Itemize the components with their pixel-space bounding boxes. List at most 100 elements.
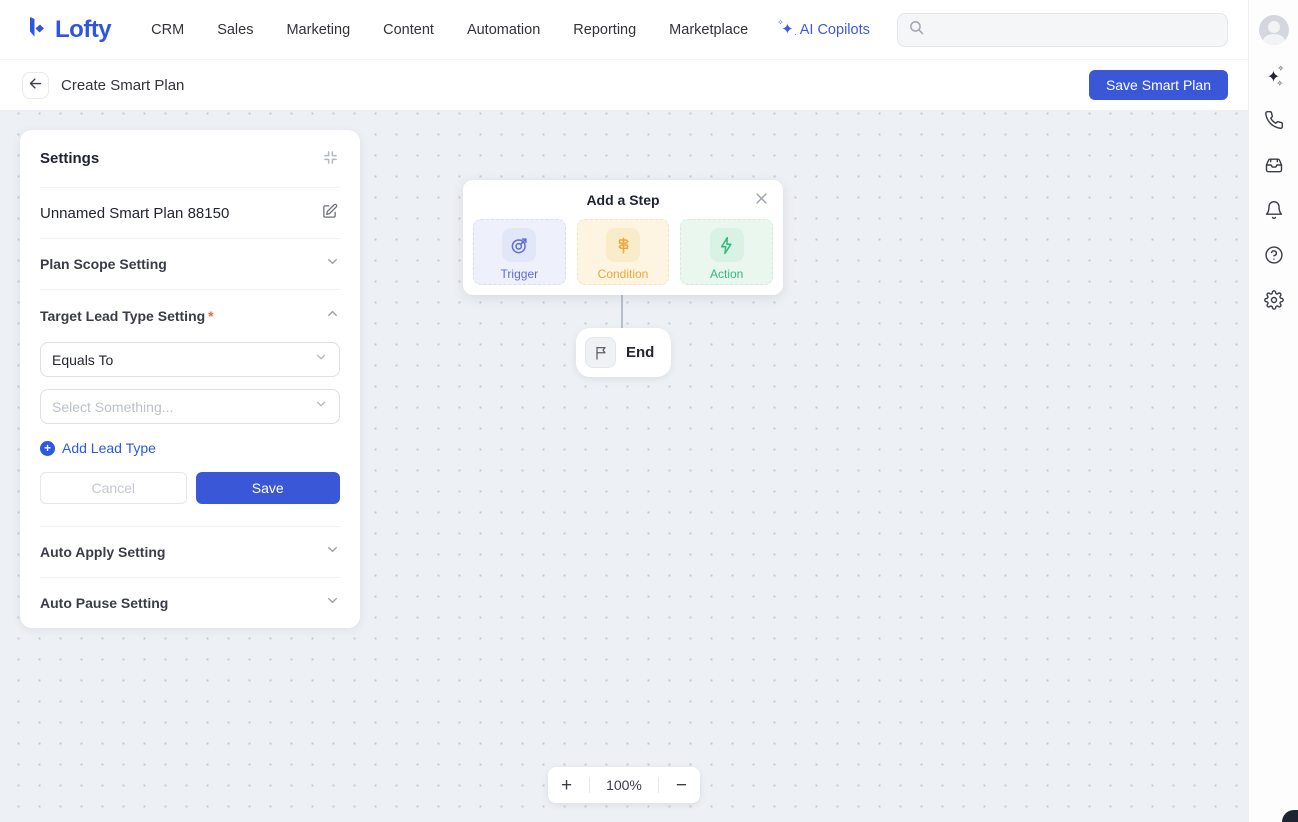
inbox-button[interactable]: [1261, 154, 1287, 180]
nav-item-marketing[interactable]: Marketing: [286, 22, 350, 38]
action-bolt-icon: [710, 228, 744, 262]
end-node[interactable]: End: [576, 328, 671, 377]
help-button[interactable]: [1261, 244, 1287, 270]
settings-title: Settings: [40, 150, 99, 167]
page-header: Create Smart Plan Save Smart Plan: [0, 60, 1248, 110]
settings-panel-header: Settings: [40, 130, 340, 187]
operator-select-value: Equals To: [52, 352, 113, 368]
zoom-level: 100%: [606, 777, 642, 793]
nav-item-ai-copilots[interactable]: ✦✧· AI Copilots: [781, 22, 870, 38]
collapse-icon: [323, 150, 338, 168]
lofty-logo[interactable]: Lofty: [24, 14, 111, 45]
step-option-cards: Trigger Condition: [473, 219, 773, 285]
cancel-button[interactable]: Cancel: [40, 472, 187, 504]
trigger-label: Trigger: [501, 267, 539, 281]
search-icon: [908, 19, 925, 41]
nav-item-marketplace[interactable]: Marketplace: [669, 22, 748, 38]
nav-item-crm[interactable]: CRM: [151, 22, 184, 38]
condition-signpost-icon: [606, 228, 640, 262]
add-lead-type-label: Add Lead Type: [62, 440, 156, 456]
collapse-panel-button[interactable]: [321, 148, 340, 170]
chevron-down-icon: [325, 593, 340, 613]
workflow-canvas[interactable]: Settings Unnamed Smart Plan 88150: [0, 110, 1248, 822]
auto-pause-label: Auto Pause Setting: [40, 595, 168, 611]
add-lead-type-link[interactable]: + Add Lead Type: [40, 440, 340, 456]
phone-icon: [1264, 110, 1284, 135]
top-nav: Lofty CRM Sales Marketing Content Automa…: [0, 0, 1248, 60]
nav-item-sales[interactable]: Sales: [217, 22, 253, 38]
auto-apply-setting-row[interactable]: Auto Apply Setting: [40, 526, 340, 577]
edit-icon: [321, 203, 338, 223]
sparkle-icon: ✦✧·: [781, 22, 794, 37]
action-label: Action: [710, 267, 743, 281]
nav-item-automation[interactable]: Automation: [467, 22, 540, 38]
condition-option-card[interactable]: Condition: [577, 219, 670, 285]
settings-button[interactable]: [1261, 289, 1287, 315]
plan-name: Unnamed Smart Plan 88150: [40, 205, 229, 222]
plan-scope-label: Plan Scope Setting: [40, 256, 167, 272]
save-smart-plan-button[interactable]: Save Smart Plan: [1089, 70, 1228, 100]
right-rail: ✦✧✧: [1248, 0, 1298, 822]
back-button[interactable]: [22, 72, 49, 99]
target-lead-type-section: Target Lead Type Setting* Equals To Sele…: [40, 289, 340, 526]
flag-icon: [585, 337, 616, 368]
required-mark: *: [208, 308, 213, 324]
node-connector-line: [621, 295, 623, 331]
operator-select[interactable]: Equals To: [40, 342, 340, 377]
edit-plan-name-button[interactable]: [319, 201, 340, 225]
plus-circle-icon: +: [40, 441, 55, 456]
save-button[interactable]: Save: [196, 472, 341, 504]
target-buttons-row: Cancel Save: [40, 472, 340, 504]
lead-type-select[interactable]: Select Something...: [40, 389, 340, 424]
trigger-target-icon: [502, 228, 536, 262]
add-step-header: Add a Step: [473, 180, 773, 219]
ai-assistant-button[interactable]: ✦✧✧: [1261, 64, 1287, 90]
add-step-title: Add a Step: [586, 192, 659, 208]
add-step-modal: Add a Step: [463, 180, 783, 295]
chevron-down-icon: [325, 542, 340, 562]
chevron-down-icon: [314, 350, 328, 369]
avatar-head: [1268, 21, 1280, 33]
lead-type-select-placeholder: Select Something...: [52, 399, 173, 415]
global-search[interactable]: [897, 13, 1228, 47]
main-column: Lofty CRM Sales Marketing Content Automa…: [0, 0, 1248, 822]
chevron-down-icon: [314, 397, 328, 416]
page-title: Create Smart Plan: [61, 77, 184, 94]
sparkle-icon: ✦✧✧: [1267, 67, 1280, 87]
zoom-in-button[interactable]: +: [561, 776, 572, 795]
user-avatar[interactable]: [1259, 15, 1289, 45]
plan-scope-setting-row[interactable]: Plan Scope Setting: [40, 238, 340, 289]
lofty-logo-text: Lofty: [55, 16, 111, 44]
trigger-option-card[interactable]: Trigger: [473, 219, 566, 285]
target-lead-type-label: Target Lead Type Setting*: [40, 308, 214, 324]
end-node-label: End: [626, 344, 654, 361]
inbox-icon: [1264, 155, 1284, 180]
nav-menu: CRM Sales Marketing Content Automation R…: [151, 22, 870, 38]
target-lead-type-header[interactable]: Target Lead Type Setting*: [40, 290, 340, 341]
lofty-logo-icon: [24, 14, 48, 45]
auto-apply-label: Auto Apply Setting: [40, 544, 165, 560]
chat-widget-corner[interactable]: [1282, 810, 1298, 822]
gear-icon: [1264, 290, 1284, 315]
nav-item-reporting[interactable]: Reporting: [573, 22, 636, 38]
close-add-step-button[interactable]: [752, 189, 771, 211]
avatar-body: [1263, 34, 1285, 45]
chevron-down-icon: [325, 254, 340, 274]
close-icon: [754, 194, 769, 209]
chevron-up-icon: [325, 306, 340, 326]
search-input[interactable]: [933, 22, 1217, 38]
phone-button[interactable]: [1261, 109, 1287, 135]
ai-copilots-label: AI Copilots: [800, 22, 870, 38]
auto-pause-setting-row[interactable]: Auto Pause Setting: [40, 577, 340, 628]
zoom-controls: + 100% −: [548, 767, 700, 803]
settings-panel: Settings Unnamed Smart Plan 88150: [20, 130, 360, 628]
divider: [658, 777, 659, 793]
app-root: Lofty CRM Sales Marketing Content Automa…: [0, 0, 1298, 822]
back-arrow-icon: [28, 76, 43, 94]
nav-item-content[interactable]: Content: [383, 22, 434, 38]
zoom-out-button[interactable]: −: [676, 776, 687, 795]
help-icon: [1264, 245, 1284, 270]
action-option-card[interactable]: Action: [680, 219, 773, 285]
notifications-button[interactable]: [1261, 199, 1287, 225]
plan-name-row: Unnamed Smart Plan 88150: [40, 187, 340, 238]
